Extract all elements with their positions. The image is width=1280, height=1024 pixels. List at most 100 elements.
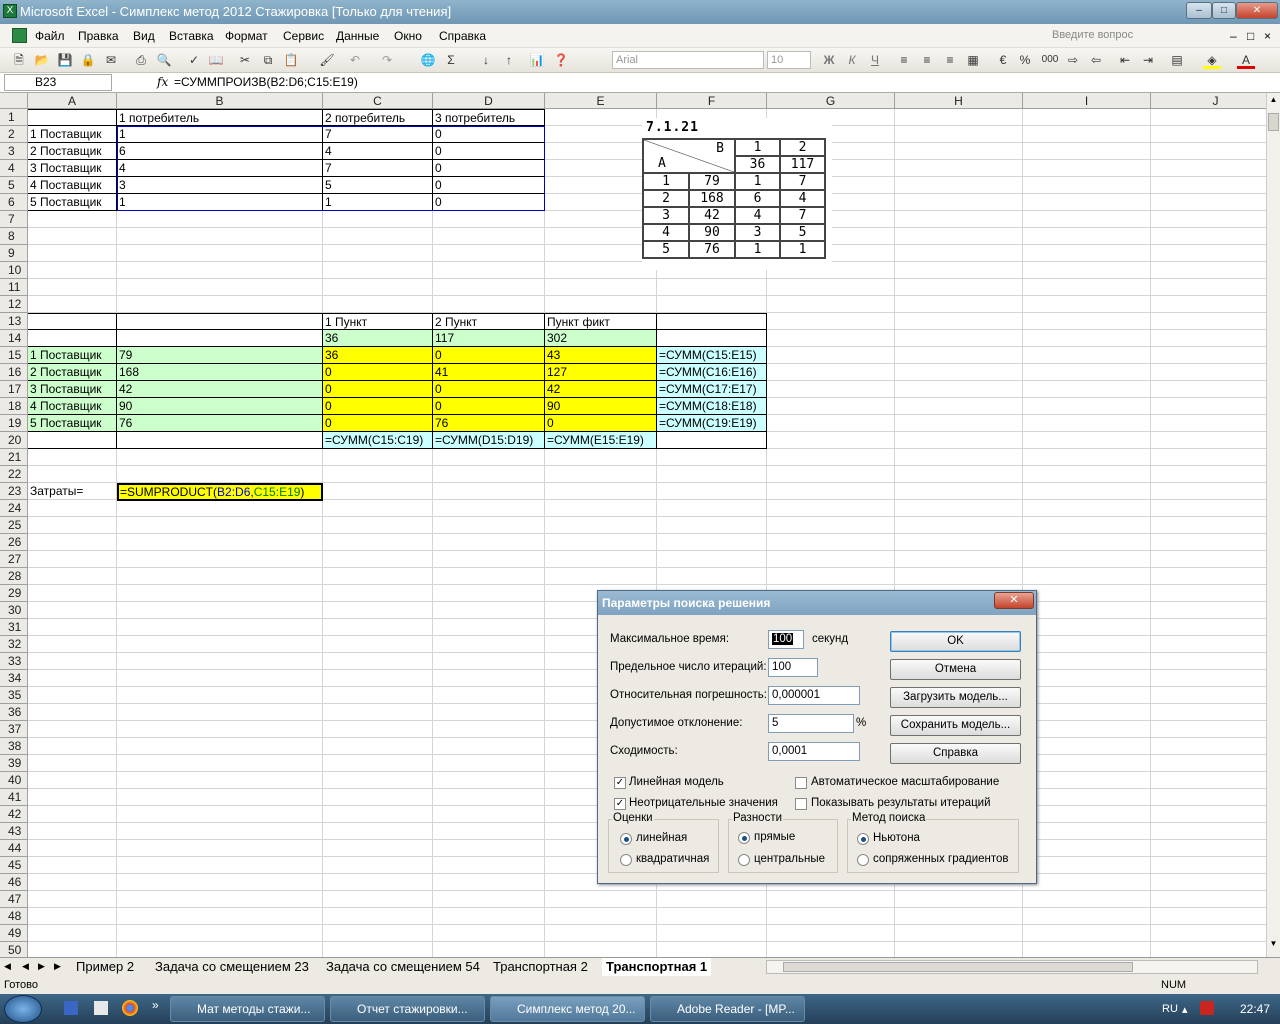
nonnegative-checkbox[interactable]: ✓: [614, 798, 626, 810]
cell-h14[interactable]: [895, 330, 1023, 347]
cell-h2[interactable]: [895, 126, 1023, 143]
search-newton-radio[interactable]: [857, 833, 869, 845]
cell-a30[interactable]: [28, 602, 117, 619]
cell-j41[interactable]: [1151, 789, 1266, 806]
cell-d16[interactable]: 41: [433, 364, 545, 381]
cell-d46[interactable]: [433, 874, 545, 891]
cell-c28[interactable]: [323, 568, 433, 585]
cell-i9[interactable]: [1023, 245, 1151, 262]
search-conjugate-radio[interactable]: [857, 854, 869, 866]
cell-d5[interactable]: 0: [433, 177, 545, 194]
cell-c37[interactable]: [323, 721, 433, 738]
cell-b22[interactable]: [117, 466, 323, 483]
cell-a3[interactable]: 2 Поставщик: [28, 143, 117, 160]
cell-d40[interactable]: [433, 772, 545, 789]
cell-a14[interactable]: [28, 330, 117, 347]
align-center-icon[interactable]: ≡: [918, 51, 936, 69]
cell-h5[interactable]: [895, 177, 1023, 194]
cell-d3[interactable]: 0: [433, 143, 545, 160]
cell-b14[interactable]: [117, 330, 323, 347]
row-header-14[interactable]: 14: [0, 330, 28, 347]
cell-b18[interactable]: 90: [117, 398, 323, 415]
cell-g12[interactable]: [767, 296, 895, 313]
cell-i6[interactable]: [1023, 194, 1151, 211]
cell-c25[interactable]: [323, 517, 433, 534]
cell-c12[interactable]: [323, 296, 433, 313]
cell-h23[interactable]: [895, 483, 1023, 500]
cell-c20[interactable]: =СУММ(C15:C19): [323, 432, 433, 449]
italic-button[interactable]: К: [843, 51, 861, 69]
cell-a16[interactable]: 2 Поставщик: [28, 364, 117, 381]
cell-a45[interactable]: [28, 857, 117, 874]
cell-j1[interactable]: [1151, 109, 1266, 126]
row-header-46[interactable]: 46: [0, 874, 28, 891]
cell-g14[interactable]: [767, 330, 895, 347]
cell-a12[interactable]: [28, 296, 117, 313]
cell-c17[interactable]: 0: [323, 381, 433, 398]
cell-g27[interactable]: [767, 551, 895, 568]
cell-d42[interactable]: [433, 806, 545, 823]
cell-i24[interactable]: [1023, 500, 1151, 517]
cell-b8[interactable]: [117, 228, 323, 245]
column-header-d[interactable]: D: [433, 93, 545, 109]
cell-e7[interactable]: [545, 211, 657, 228]
cell-i28[interactable]: [1023, 568, 1151, 585]
cell-b34[interactable]: [117, 670, 323, 687]
hyperlink-icon[interactable]: 🌐: [419, 51, 437, 69]
row-header-35[interactable]: 35: [0, 687, 28, 704]
linear-model-checkbox[interactable]: ✓: [614, 777, 626, 789]
cell-c22[interactable]: [323, 466, 433, 483]
row-header-7[interactable]: 7: [0, 211, 28, 228]
cell-c46[interactable]: [323, 874, 433, 891]
cell-j16[interactable]: [1151, 364, 1266, 381]
cell-d13[interactable]: 2 Пункт: [433, 313, 545, 330]
row-header-45[interactable]: 45: [0, 857, 28, 874]
cell-f15[interactable]: =СУММ(C15:E15): [657, 347, 767, 364]
row-header-31[interactable]: 31: [0, 619, 28, 636]
row-header-11[interactable]: 11: [0, 279, 28, 296]
cell-e5[interactable]: [545, 177, 657, 194]
cell-j9[interactable]: [1151, 245, 1266, 262]
research-icon[interactable]: 📖: [207, 51, 225, 69]
taskbar-item-adobe[interactable]: Adobe Reader - [MP...: [650, 996, 805, 1022]
cell-d25[interactable]: [433, 517, 545, 534]
cell-a48[interactable]: [28, 908, 117, 925]
ok-button[interactable]: OK: [890, 631, 1021, 652]
cell-b43[interactable]: [117, 823, 323, 840]
cell-g22[interactable]: [767, 466, 895, 483]
cell-a20[interactable]: [28, 432, 117, 449]
cell-a32[interactable]: [28, 636, 117, 653]
cell-b31[interactable]: [117, 619, 323, 636]
cell-g17[interactable]: [767, 381, 895, 398]
cell-d41[interactable]: [433, 789, 545, 806]
cell-i11[interactable]: [1023, 279, 1151, 296]
cell-a1[interactable]: [28, 109, 117, 126]
cell-j46[interactable]: [1151, 874, 1266, 891]
cell-c7[interactable]: [323, 211, 433, 228]
cell-i29[interactable]: [1023, 585, 1151, 602]
cell-a13[interactable]: [28, 313, 117, 330]
cell-h47[interactable]: [895, 891, 1023, 908]
row-header-15[interactable]: 15: [0, 347, 28, 364]
chrome-icon[interactable]: [122, 1000, 138, 1016]
cell-a7[interactable]: [28, 211, 117, 228]
cell-c3[interactable]: 4: [323, 143, 433, 160]
cell-j15[interactable]: [1151, 347, 1266, 364]
row-header-37[interactable]: 37: [0, 721, 28, 738]
cell-j28[interactable]: [1151, 568, 1266, 585]
cell-a31[interactable]: [28, 619, 117, 636]
cell-b7[interactable]: [117, 211, 323, 228]
cell-b17[interactable]: 42: [117, 381, 323, 398]
cell-d24[interactable]: [433, 500, 545, 517]
cell-h48[interactable]: [895, 908, 1023, 925]
adobe-tray-icon[interactable]: [1200, 1001, 1214, 1015]
cell-i15[interactable]: [1023, 347, 1151, 364]
cell-b50[interactable]: [117, 942, 323, 957]
cell-h50[interactable]: [895, 942, 1023, 957]
cell-e10[interactable]: [545, 262, 657, 279]
cell-d11[interactable]: [433, 279, 545, 296]
column-header-b[interactable]: B: [117, 93, 323, 109]
cell-c9[interactable]: [323, 245, 433, 262]
show-iterations-checkbox[interactable]: [795, 798, 807, 810]
cell-e3[interactable]: [545, 143, 657, 160]
